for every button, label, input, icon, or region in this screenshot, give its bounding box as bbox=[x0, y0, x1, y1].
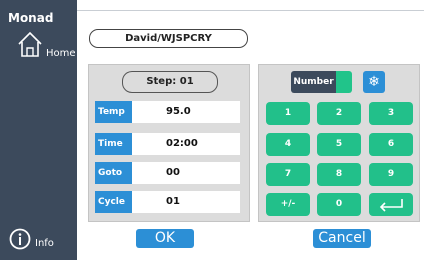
key-8[interactable]: 8 bbox=[317, 163, 361, 186]
sidebar: Monad Home Info bbox=[0, 0, 77, 260]
key-7[interactable]: 7 bbox=[266, 163, 310, 186]
home-nav-item[interactable]: Home bbox=[16, 30, 76, 64]
step-selector[interactable]: Step: 01 bbox=[122, 71, 218, 93]
keypad-panel: Number ❄ 1 2 3 4 5 6 7 8 9 +/- 0 bbox=[258, 64, 420, 222]
key-5[interactable]: 5 bbox=[317, 133, 361, 156]
home-label: Home bbox=[46, 48, 76, 59]
cycle-value-field[interactable]: 01 bbox=[132, 191, 240, 213]
info-nav-item[interactable]: Info bbox=[9, 228, 69, 252]
key-6[interactable]: 6 bbox=[369, 133, 413, 156]
key-2[interactable]: 2 bbox=[317, 102, 361, 125]
cancel-button[interactable]: Cancel bbox=[313, 229, 371, 248]
key-4[interactable]: 4 bbox=[266, 133, 310, 156]
enter-icon bbox=[379, 199, 403, 212]
snowflake-icon[interactable]: ❄ bbox=[363, 71, 385, 93]
key-1[interactable]: 1 bbox=[266, 102, 310, 125]
time-label: Time bbox=[95, 133, 133, 155]
header-divider bbox=[77, 10, 424, 11]
temp-value-field[interactable]: 95.0 bbox=[132, 101, 240, 123]
cycle-label: Cycle bbox=[95, 191, 133, 213]
number-mode-toggle[interactable]: Number bbox=[291, 71, 352, 93]
goto-label: Goto bbox=[95, 162, 133, 184]
goto-value-field[interactable]: 00 bbox=[132, 162, 240, 184]
info-icon bbox=[9, 228, 31, 250]
enter-key[interactable] bbox=[369, 193, 413, 216]
key-plus-minus[interactable]: +/- bbox=[266, 193, 310, 216]
ok-button[interactable]: OK bbox=[136, 229, 194, 248]
info-label: Info bbox=[35, 238, 54, 249]
key-3[interactable]: 3 bbox=[369, 102, 413, 125]
program-panel: Step: 01 Temp 95.0 Time 02:00 Goto 00 Cy… bbox=[88, 64, 250, 222]
brand-logo: Monad bbox=[8, 11, 54, 25]
key-0[interactable]: 0 bbox=[317, 193, 361, 216]
key-9[interactable]: 9 bbox=[369, 163, 413, 186]
toggle-indicator bbox=[336, 71, 352, 93]
number-mode-label: Number bbox=[291, 71, 336, 93]
temp-label: Temp bbox=[95, 101, 133, 123]
time-value-field[interactable]: 02:00 bbox=[132, 133, 240, 155]
home-icon bbox=[18, 31, 42, 57]
profile-name-field[interactable]: David/WJSPCRY bbox=[89, 29, 248, 48]
